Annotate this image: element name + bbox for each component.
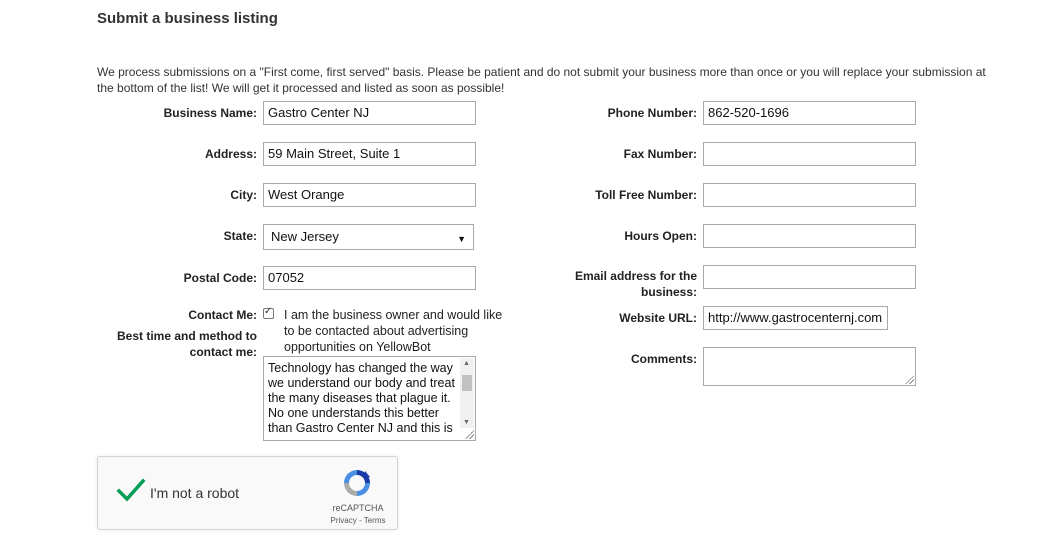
- contact-me-checkbox[interactable]: ✓: [263, 306, 274, 319]
- recaptcha-label: I'm not a robot: [150, 485, 240, 501]
- email-input[interactable]: [703, 265, 916, 289]
- state-select[interactable]: New Jersey ▼: [263, 224, 474, 250]
- toll-free-label: Toll Free Number:: [595, 188, 697, 202]
- recaptcha-widget: I'm not a robot reCAPTCHA Privacy - Term…: [97, 456, 398, 530]
- website-input[interactable]: http://www.gastrocenternj.com: [703, 306, 888, 330]
- dropdown-arrow-icon: ▼: [457, 234, 466, 244]
- recaptcha-brand: reCAPTCHA: [332, 503, 384, 513]
- scrollbar-thumb[interactable]: [462, 375, 472, 391]
- address-label: Address:: [204, 147, 257, 161]
- best-time-textarea[interactable]: Technology has changed the way we unders…: [263, 356, 476, 441]
- contact-me-label: Contact Me:: [188, 308, 257, 322]
- comments-textarea[interactable]: [703, 347, 916, 386]
- scroll-down-icon[interactable]: ▼: [463, 419, 470, 426]
- intro-text: We process submissions on a "First come,…: [97, 65, 986, 95]
- postal-code-label: Postal Code:: [183, 271, 257, 285]
- city-input[interactable]: West Orange: [263, 183, 476, 207]
- business-name-label: Business Name:: [163, 106, 257, 120]
- fax-label: Fax Number:: [623, 147, 697, 161]
- phone-input[interactable]: 862-520-1696: [703, 101, 916, 125]
- hours-open-label: Hours Open:: [624, 229, 697, 243]
- postal-code-input[interactable]: 07052: [263, 266, 476, 290]
- checkmark-icon: ✓: [264, 306, 273, 317]
- state-select-value: New Jersey: [271, 229, 339, 244]
- page-title: Submit a business listing: [97, 10, 278, 27]
- best-time-text: Technology has changed the way we unders…: [268, 361, 455, 435]
- best-time-label: Best time and method to contact me:: [116, 329, 257, 359]
- resize-grip-icon[interactable]: [905, 375, 914, 384]
- website-label: Website URL:: [619, 311, 697, 325]
- fax-input[interactable]: [703, 142, 916, 166]
- resize-grip-icon[interactable]: [465, 430, 474, 439]
- phone-label: Phone Number:: [607, 106, 697, 120]
- state-label: State:: [223, 229, 257, 243]
- address-input[interactable]: 59 Main Street, Suite 1: [263, 142, 476, 166]
- hours-open-input[interactable]: [703, 224, 916, 248]
- comments-label: Comments:: [630, 352, 697, 366]
- recaptcha-logo-icon: [344, 470, 370, 496]
- textarea-scrollbar[interactable]: ▲ ▼: [460, 358, 474, 428]
- recaptcha-terms-link[interactable]: Privacy - Terms: [327, 516, 389, 525]
- scroll-up-icon[interactable]: ▲: [463, 360, 470, 367]
- contact-me-text: I am the business owner and would like t…: [284, 308, 503, 354]
- business-name-input[interactable]: Gastro Center NJ: [263, 101, 476, 125]
- toll-free-input[interactable]: [703, 183, 916, 207]
- recaptcha-checkmark-icon[interactable]: [116, 475, 146, 505]
- email-label: Email address for the business:: [574, 269, 697, 299]
- city-label: City:: [230, 188, 257, 202]
